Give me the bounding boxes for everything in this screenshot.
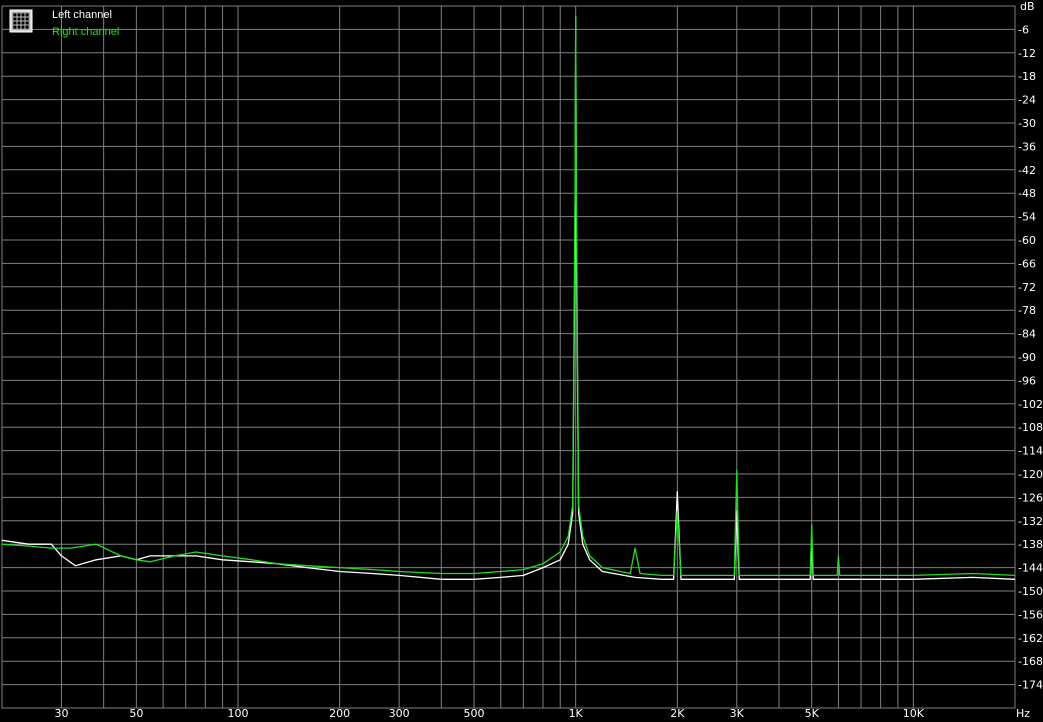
y-tick-label: -144 <box>1018 562 1043 575</box>
fft-spectrum-chart: dB -6 -12 -18 -24 -30 -36 -42 -48 -54 -60 -66 -72 -78… <box>0 0 1043 722</box>
y-tick-label: -120 <box>1018 468 1043 481</box>
y-tick-label: -60 <box>1018 234 1036 247</box>
x-tick-label: 50 <box>129 707 143 720</box>
y-tick-label: -12 <box>1018 47 1036 60</box>
y-tick-label: -108 <box>1018 421 1043 434</box>
y-tick-label: -90 <box>1018 351 1036 364</box>
y-tick-label: -54 <box>1018 211 1036 224</box>
x-tick-label: 2K <box>670 707 685 720</box>
y-tick-label: -6 <box>1018 23 1029 36</box>
y-tick-label: -66 <box>1018 257 1036 270</box>
y-tick-label: -78 <box>1018 304 1036 317</box>
y-tick-label: -102 <box>1018 398 1043 411</box>
x-tick-label: 1K <box>569 707 584 720</box>
y-tick-label: -18 <box>1018 70 1036 83</box>
x-tick-label: 100 <box>228 707 249 720</box>
y-tick-label: -132 <box>1018 515 1043 528</box>
x-tick-label: 200 <box>329 707 350 720</box>
y-tick-label: -126 <box>1018 491 1043 504</box>
y-tick-label: -72 <box>1018 281 1036 294</box>
y-tick-label: -42 <box>1018 164 1036 177</box>
y-tick-label: -114 <box>1018 445 1043 458</box>
x-tick-label: 10K <box>903 707 925 720</box>
y-axis-label: dB <box>1020 0 1035 13</box>
legend-right-channel: Right channel <box>52 26 119 38</box>
y-tick-label: -138 <box>1018 538 1043 551</box>
legend-left-channel: Left channel <box>52 9 112 21</box>
y-tick-label: -168 <box>1018 655 1043 668</box>
x-axis-label: Hz <box>1016 707 1030 720</box>
x-tick-label: 30 <box>54 707 68 720</box>
y-tick-label: -156 <box>1018 608 1043 621</box>
y-tick-label: -84 <box>1018 328 1036 341</box>
x-tick-label: 300 <box>389 707 410 720</box>
y-tick-label: -36 <box>1018 140 1036 153</box>
grid-icon <box>9 9 33 33</box>
plot-background <box>0 0 1043 722</box>
x-tick-label: 5K <box>805 707 820 720</box>
y-tick-label: -30 <box>1018 117 1036 130</box>
x-tick-label: 500 <box>464 707 485 720</box>
y-tick-label: -48 <box>1018 187 1036 200</box>
y-tick-label: -24 <box>1018 94 1036 107</box>
y-tick-label: -174 <box>1018 679 1043 692</box>
y-tick-label: -162 <box>1018 632 1043 645</box>
y-tick-label: -150 <box>1018 585 1043 598</box>
y-tick-label: -96 <box>1018 374 1036 387</box>
x-tick-label: 3K <box>730 707 745 720</box>
